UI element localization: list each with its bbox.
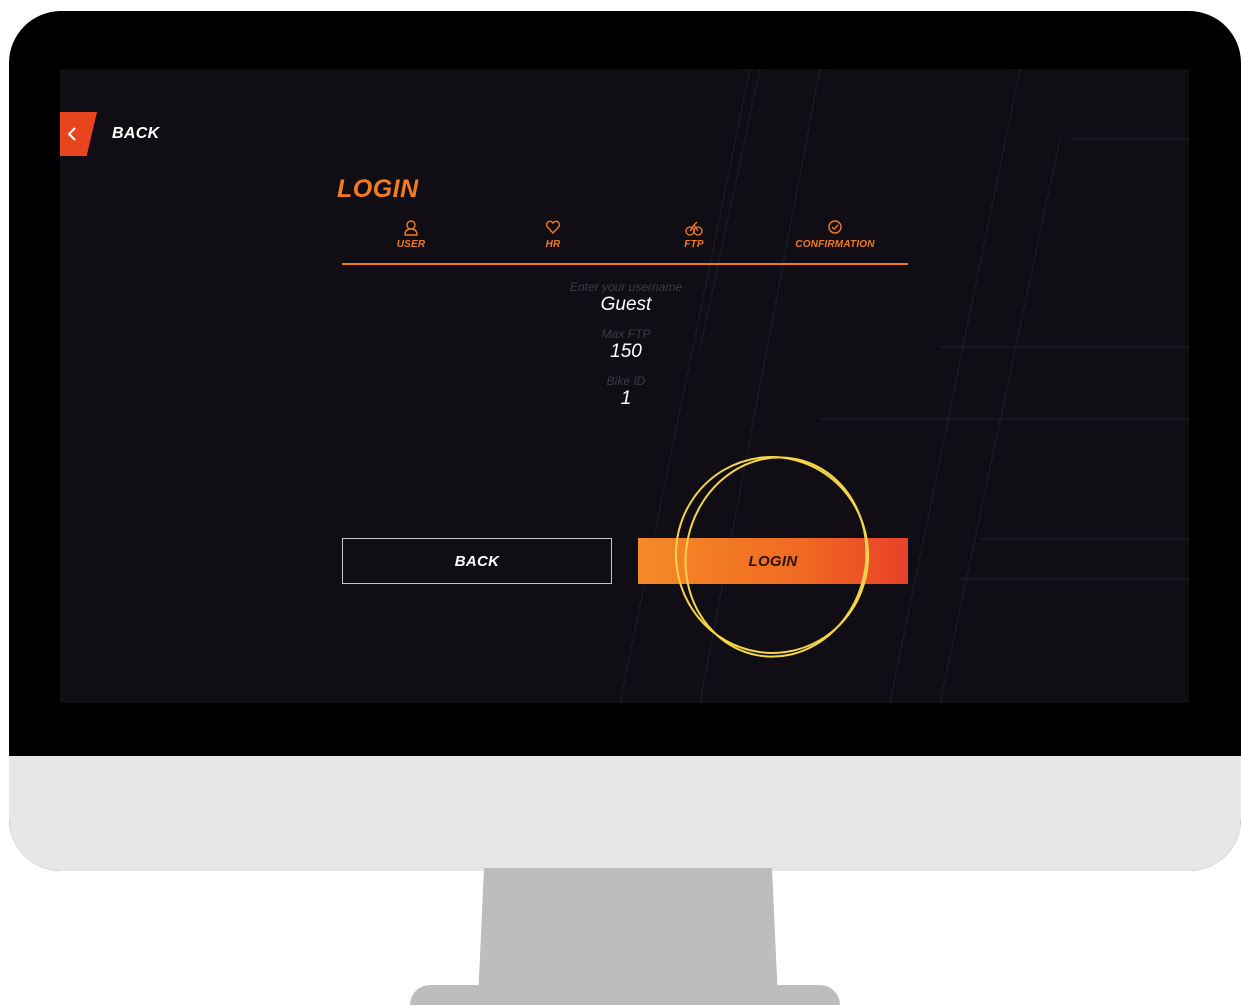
page-title: LOGIN [337, 175, 419, 203]
max-ftp-field[interactable]: Max FTP 150 [526, 327, 726, 363]
username-value[interactable]: Guest [526, 294, 726, 316]
login-button[interactable]: LOGIN [638, 538, 908, 584]
bike-icon [685, 221, 703, 236]
user-icon [404, 220, 418, 236]
bike-id-value[interactable]: 1 [526, 388, 726, 410]
step-ftp-label: FTP [684, 239, 704, 250]
chevron-left-icon [67, 127, 76, 141]
username-field[interactable]: Enter your username Guest [526, 280, 726, 316]
step-user-label: USER [396, 239, 426, 250]
back-nav-label[interactable]: BACK [112, 125, 159, 143]
app-screen: BACK LOGIN USER HR FTP CONFIRMATION Ente… [60, 69, 1189, 703]
back-button[interactable]: BACK [342, 538, 612, 584]
bike-id-field[interactable]: Bike ID 1 [526, 374, 726, 410]
monitor-stand-base [410, 985, 840, 1005]
max-ftp-value[interactable]: 150 [526, 341, 726, 363]
step-progress-bar: USER HR FTP CONFIRMATION [342, 219, 908, 265]
step-confirmation-label: CONFIRMATION [795, 239, 875, 250]
heart-icon [545, 220, 561, 235]
step-ftp[interactable]: FTP [639, 219, 749, 250]
check-circle-icon [828, 220, 842, 234]
step-confirmation[interactable]: CONFIRMATION [780, 219, 890, 250]
max-ftp-placeholder: Max FTP [601, 327, 651, 341]
bike-id-placeholder: Bike ID [606, 374, 646, 388]
step-hr-label: HR [545, 239, 561, 250]
username-placeholder: Enter your username [569, 280, 683, 294]
step-hr[interactable]: HR [498, 219, 608, 250]
step-user[interactable]: USER [356, 219, 466, 250]
monitor-stand [478, 868, 778, 1000]
monitor-chin [9, 756, 1241, 871]
